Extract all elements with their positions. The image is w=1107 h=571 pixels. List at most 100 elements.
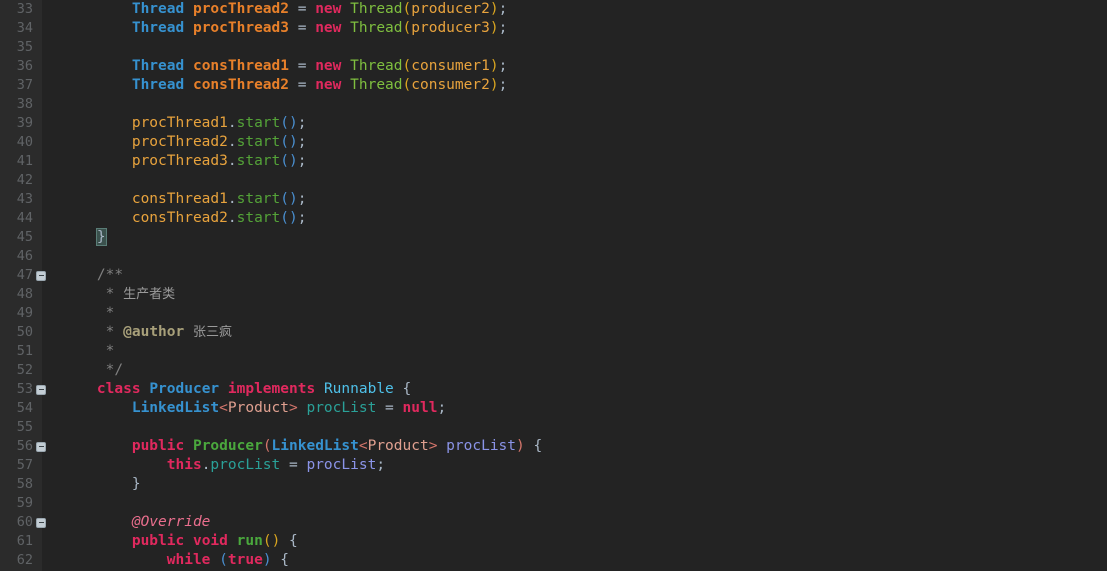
- code-token: start: [236, 153, 281, 169]
- code-line[interactable]: 52 */: [0, 361, 1107, 380]
- code-token: Producer: [192, 438, 263, 454]
- code-line[interactable]: 40 procThread2.start();: [0, 133, 1107, 152]
- code-token: *: [105, 324, 124, 340]
- code-text: Thread procThread2 = new Thread(producer…: [62, 0, 507, 19]
- code-token: run: [236, 533, 263, 549]
- code-text: * 生产者类: [62, 285, 175, 304]
- code-token: void: [192, 533, 228, 549]
- code-token: *: [105, 286, 124, 302]
- code-token: ): [289, 115, 298, 131]
- code-line[interactable]: 50 * @author 张三疯: [0, 323, 1107, 342]
- code-line[interactable]: 41 procThread3.start();: [0, 152, 1107, 171]
- line-number: 62: [16, 552, 33, 568]
- code-token: ): [489, 58, 499, 74]
- code-line[interactable]: 58 }: [0, 475, 1107, 494]
- code-token: @Override: [131, 514, 211, 530]
- code-line[interactable]: 61 public void run() {: [0, 532, 1107, 551]
- code-line[interactable]: 57 this.procList = procList;: [0, 456, 1107, 475]
- code-token: procThread2: [131, 134, 228, 150]
- line-number: 56: [16, 438, 33, 454]
- code-token: {: [280, 533, 298, 549]
- code-editor[interactable]: 33 Thread procThread2 = new Thread(produ…: [0, 0, 1107, 571]
- code-token: LinkedList: [271, 438, 359, 454]
- code-text: while (true) {: [62, 551, 289, 570]
- code-line[interactable]: 56 public Producer(LinkedList<Product> p…: [0, 437, 1107, 456]
- code-text: class Producer implements Runnable {: [62, 380, 411, 399]
- code-line[interactable]: 62 while (true) {: [0, 551, 1107, 570]
- code-content-area[interactable]: 33 Thread procThread2 = new Thread(produ…: [0, 0, 1107, 571]
- fold-collapse-icon[interactable]: [36, 441, 46, 452]
- code-line[interactable]: 44 consThread2.start();: [0, 209, 1107, 228]
- code-line[interactable]: 34 Thread procThread3 = new Thread(produ…: [0, 19, 1107, 38]
- code-token: start: [236, 210, 281, 226]
- code-token: while: [166, 552, 211, 568]
- code-line[interactable]: 33 Thread procThread2 = new Thread(produ…: [0, 0, 1107, 19]
- code-line[interactable]: 35: [0, 38, 1107, 57]
- line-number: 50: [16, 324, 33, 340]
- fold-collapse-icon[interactable]: [36, 517, 46, 528]
- code-token: =: [376, 400, 403, 416]
- fold-collapse-icon[interactable]: [36, 384, 46, 395]
- code-line[interactable]: 42: [0, 171, 1107, 190]
- code-line[interactable]: 37 Thread consThread2 = new Thread(consu…: [0, 76, 1107, 95]
- code-line[interactable]: 39 procThread1.start();: [0, 114, 1107, 133]
- code-token: Product: [367, 438, 429, 454]
- code-line[interactable]: 53 class Producer implements Runnable {: [0, 380, 1107, 399]
- code-text: procThread3.start();: [62, 152, 307, 171]
- code-line[interactable]: 49 *: [0, 304, 1107, 323]
- code-line[interactable]: 60 @Override: [0, 513, 1107, 532]
- code-line[interactable]: 45 }: [0, 228, 1107, 247]
- fold-collapse-icon[interactable]: [36, 270, 46, 281]
- code-line[interactable]: 38: [0, 95, 1107, 114]
- code-token: ): [271, 533, 281, 549]
- code-text: Thread procThread3 = new Thread(producer…: [62, 19, 507, 38]
- code-token: Runnable: [323, 381, 394, 397]
- code-token: }: [131, 476, 141, 492]
- code-token: start: [236, 115, 281, 131]
- line-number: 49: [16, 305, 33, 321]
- code-token: .: [227, 191, 237, 207]
- code-line[interactable]: 51 *: [0, 342, 1107, 361]
- code-token: procThread2: [192, 1, 289, 17]
- code-line[interactable]: 54 LinkedList<Product> procList = null;: [0, 399, 1107, 418]
- code-token: (: [280, 115, 289, 131]
- code-line[interactable]: 36 Thread consThread1 = new Thread(consu…: [0, 57, 1107, 76]
- code-token: (: [402, 20, 412, 36]
- code-token: ): [289, 134, 298, 150]
- code-line[interactable]: 47 /**: [0, 266, 1107, 285]
- line-number: 43: [16, 191, 33, 207]
- code-token: new: [315, 77, 342, 93]
- line-number: 51: [16, 343, 33, 359]
- code-line[interactable]: 48 * 生产者类: [0, 285, 1107, 304]
- code-text: *: [62, 342, 115, 361]
- code-token: ): [516, 438, 525, 454]
- code-text: Thread consThread2 = new Thread(consumer…: [62, 76, 507, 95]
- code-token: Thread: [350, 1, 403, 17]
- code-line[interactable]: 46: [0, 247, 1107, 266]
- code-token: public: [131, 533, 185, 549]
- line-number: 58: [16, 476, 33, 492]
- code-text: Thread consThread1 = new Thread(consumer…: [62, 57, 507, 76]
- code-line[interactable]: 55: [0, 418, 1107, 437]
- code-token: ;: [297, 153, 307, 169]
- code-text: this.procList = procList;: [62, 456, 385, 475]
- code-token: }: [95, 228, 107, 246]
- code-line[interactable]: 59: [0, 494, 1107, 513]
- code-text: consThread1.start();: [62, 190, 307, 209]
- code-line[interactable]: 43 consThread1.start();: [0, 190, 1107, 209]
- code-token: procThread1: [131, 115, 228, 131]
- code-token: Thread: [350, 58, 403, 74]
